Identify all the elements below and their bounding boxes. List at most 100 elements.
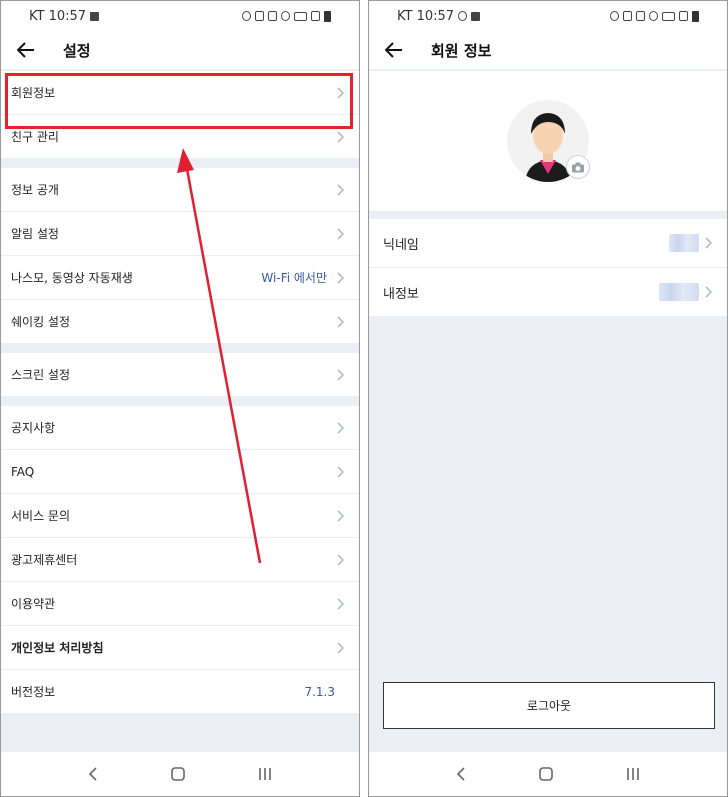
settings-item-info-public[interactable]: 정보 공개 <box>1 168 359 212</box>
settings-item-ad-partnership[interactable]: 광고제휴센터 <box>1 538 359 582</box>
app-bar: 설정 <box>1 31 359 69</box>
section-divider <box>1 344 359 353</box>
app-bar: 회원 정보 <box>369 31 727 69</box>
settings-item-notice[interactable]: 공지사항 <box>1 406 359 450</box>
chevron-right-icon <box>337 271 345 284</box>
settings-item-label: 공지사항 <box>11 421 56 435</box>
bluetooth-icon <box>255 11 264 21</box>
chevron-right-icon <box>705 286 713 298</box>
system-nav-bar <box>369 752 727 796</box>
settings-item-label: 쉐이킹 설정 <box>11 315 71 329</box>
chevron-right-icon <box>337 368 345 381</box>
info-row-nickname[interactable]: 닉네임 <box>369 219 727 268</box>
settings-item-friends[interactable]: 친구 관리 <box>1 115 359 159</box>
status-bar: KT 10:57 <box>369 1 727 31</box>
settings-item-service-inquiry[interactable]: 서비스 문의 <box>1 494 359 538</box>
status-icons <box>242 10 331 22</box>
wifi-icon <box>649 11 658 21</box>
battery-icon <box>324 10 331 22</box>
back-arrow-icon[interactable] <box>15 39 37 61</box>
chevron-right-icon <box>337 509 345 522</box>
settings-item-faq[interactable]: FAQ <box>1 450 359 494</box>
nav-back-icon[interactable] <box>87 767 99 781</box>
status-carrier-time: KT 10:57 <box>397 8 481 24</box>
snowflake-icon <box>458 11 468 21</box>
member-info-screen: KT 10:57 회원 정보 닉네임 내정보 로그아웃 <box>368 0 728 797</box>
system-nav-bar <box>1 752 359 796</box>
chevron-right-icon <box>337 597 345 610</box>
wifi-icon <box>281 11 290 21</box>
chevron-right-icon <box>337 183 345 196</box>
status-carrier-time: KT 10:57 <box>29 8 100 24</box>
settings-item-label: 개인정보 처리방침 <box>11 641 104 655</box>
redacted-value <box>669 234 699 252</box>
section-divider <box>1 159 359 168</box>
info-row-label: 닉네임 <box>383 237 419 253</box>
settings-item-label: 친구 관리 <box>11 130 59 144</box>
signal-icon <box>679 11 688 21</box>
status-time-text: KT 10:57 <box>397 8 455 24</box>
chevron-right-icon <box>337 86 345 99</box>
nav-recents-icon[interactable] <box>257 767 273 781</box>
settings-item-notifications[interactable]: 알림 설정 <box>1 212 359 256</box>
settings-item-label: 회원정보 <box>11 86 56 100</box>
settings-item-version: 버전정보 7.1.3 <box>1 670 359 714</box>
settings-item-terms[interactable]: 이용약관 <box>1 582 359 626</box>
page-title: 회원 정보 <box>431 41 492 60</box>
chevron-right-icon <box>337 421 345 434</box>
status-time-text: KT 10:57 <box>29 8 87 24</box>
alarm-icon <box>242 11 251 21</box>
settings-item-label: 서비스 문의 <box>11 509 71 523</box>
settings-item-autoplay[interactable]: 나스모, 동영상 자동재생 Wi-Fi 에서만 <box>1 256 359 300</box>
settings-item-label: 정보 공개 <box>11 183 59 197</box>
settings-item-label: 광고제휴센터 <box>11 553 78 567</box>
gallery-notification-icon <box>90 11 100 21</box>
page-title: 설정 <box>63 41 91 60</box>
autoplay-value: Wi-Fi 에서만 <box>261 271 327 285</box>
nav-home-icon[interactable] <box>538 766 554 782</box>
settings-item-label: 나스모, 동영상 자동재생 <box>11 271 133 285</box>
signal-icon <box>311 11 320 21</box>
nav-back-icon[interactable] <box>455 767 467 781</box>
bluetooth-icon <box>623 11 632 21</box>
settings-list: 회원정보 친구 관리 정보 공개 알림 설정 나스모, 동영상 자동재생 Wi-… <box>1 71 359 714</box>
chevron-right-icon <box>337 553 345 566</box>
settings-item-privacy-policy[interactable]: 개인정보 처리방침 <box>1 626 359 670</box>
back-arrow-icon[interactable] <box>383 39 405 61</box>
settings-item-screen[interactable]: 스크린 설정 <box>1 353 359 397</box>
settings-item-label: 알림 설정 <box>11 227 59 241</box>
settings-item-label: FAQ <box>11 464 35 479</box>
nav-home-icon[interactable] <box>170 766 186 782</box>
settings-item-label: 버전정보 <box>11 685 56 699</box>
section-divider <box>1 397 359 406</box>
hd-icon <box>294 11 307 21</box>
profile-area <box>369 71 727 211</box>
settings-item-label: 이용약관 <box>11 597 56 611</box>
settings-screen: KT 10:57 설정 회원정보 친구 관리 정보 공개 알림 설정 나스모, … <box>0 0 360 797</box>
version-value: 7.1.3 <box>304 684 335 699</box>
camera-icon[interactable] <box>566 155 590 179</box>
settings-item-shaking[interactable]: 쉐이킹 설정 <box>1 300 359 344</box>
mute-icon <box>636 11 645 21</box>
battery-icon <box>692 10 699 22</box>
nav-recents-icon[interactable] <box>625 767 641 781</box>
chevron-right-icon <box>337 465 345 478</box>
member-info-list: 닉네임 내정보 <box>369 219 727 317</box>
alarm-icon <box>610 11 619 21</box>
mute-icon <box>268 11 277 21</box>
settings-item-label: 스크린 설정 <box>11 368 71 382</box>
chevron-right-icon <box>337 227 345 240</box>
logout-button[interactable]: 로그아웃 <box>383 682 715 729</box>
chevron-right-icon <box>337 315 345 328</box>
chevron-right-icon <box>337 130 345 143</box>
gallery-notification-icon <box>471 11 481 21</box>
info-row-my-info[interactable]: 내정보 <box>369 268 727 317</box>
status-bar: KT 10:57 <box>1 1 359 31</box>
info-row-label: 내정보 <box>383 286 419 302</box>
chevron-right-icon <box>705 237 713 249</box>
chevron-right-icon <box>337 641 345 654</box>
settings-item-member-info[interactable]: 회원정보 <box>1 71 359 115</box>
redacted-value <box>659 283 699 301</box>
hd-icon <box>662 11 675 21</box>
status-icons <box>610 10 699 22</box>
